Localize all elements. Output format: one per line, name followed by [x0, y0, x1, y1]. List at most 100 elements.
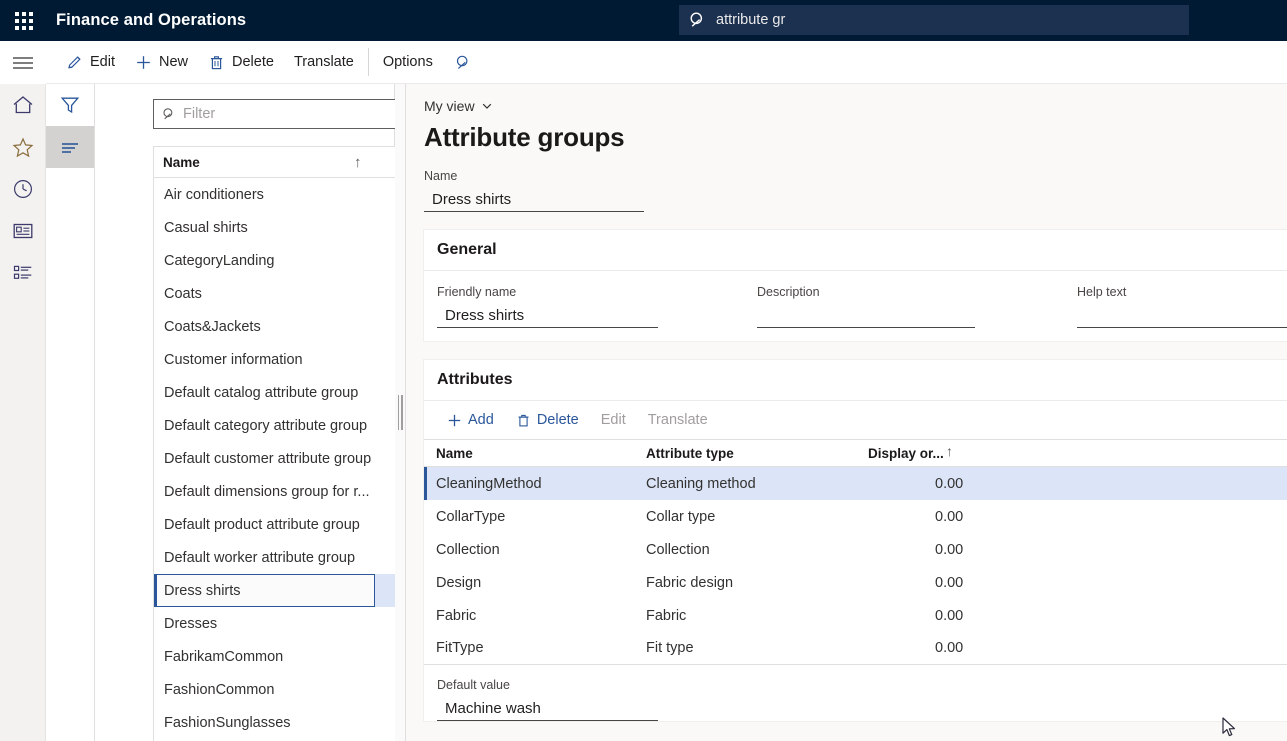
navigation-rail	[0, 41, 46, 741]
description-input[interactable]	[757, 303, 975, 328]
star-icon[interactable]	[0, 126, 46, 168]
hamburger-menu-icon[interactable]	[0, 41, 46, 84]
description-label: Description	[757, 285, 1025, 299]
main-content: My view Attribute groups Name Dress shir…	[406, 84, 1287, 741]
filter-input[interactable]: Filter	[153, 99, 433, 129]
edit-button[interactable]: Edit	[56, 41, 125, 84]
attributes-edit-label: Edit	[601, 412, 626, 428]
list-item[interactable]: Coats&Jackets	[154, 310, 433, 343]
options-button[interactable]: Options	[373, 41, 443, 84]
list-item[interactable]: Customer information	[154, 343, 433, 376]
table-row[interactable]: CleaningMethod Cleaning method 0.00	[424, 467, 1287, 500]
modules-list-icon[interactable]	[0, 252, 46, 294]
command-bar-separator	[368, 48, 369, 76]
list-item[interactable]: Default product attribute group	[154, 508, 433, 541]
name-field: Name Dress shirts	[424, 169, 644, 212]
list-item[interactable]: Default category attribute group	[154, 409, 433, 442]
list-item[interactable]: CategoryLanding	[154, 244, 433, 277]
column-header-attribute-type[interactable]: Attribute type	[646, 446, 868, 461]
cell-name: Fabric	[424, 608, 646, 624]
panel-splitter[interactable]	[395, 84, 406, 741]
app-launcher-icon[interactable]	[0, 0, 48, 41]
list-item[interactable]: Default worker attribute group	[154, 541, 433, 574]
command-bar: Edit New Delete	[46, 41, 1287, 84]
list-item-label: Default catalog attribute group	[164, 385, 358, 401]
cell-name: FitType	[424, 640, 646, 656]
name-grid-header: Name ↑	[154, 147, 433, 178]
home-icon[interactable]	[0, 84, 46, 126]
list-item[interactable]: FashionCommon	[154, 673, 433, 706]
list-item[interactable]: FashionSunglasses	[154, 706, 433, 739]
list-item[interactable]: Default dimensions group for r...	[154, 475, 433, 508]
cell-display-order: 0.00	[868, 575, 988, 591]
list-item[interactable]: Casual shirts	[154, 211, 433, 244]
description-field: Description	[757, 285, 1025, 328]
friendly-name-field: Friendly name Dress shirts	[437, 285, 705, 328]
help-text-field: Help text	[1077, 285, 1287, 328]
name-grid: Name ↑ Air conditioners Casual shirts Ca…	[153, 146, 434, 741]
cell-attribute-type: Cleaning method	[646, 476, 868, 492]
table-row[interactable]: FitType Fit type 0.00	[424, 632, 1287, 665]
list-item[interactable]: Coats	[154, 277, 433, 310]
command-search-button[interactable]	[443, 41, 484, 84]
list-item-label: FabrikamCommon	[164, 649, 283, 665]
clock-icon[interactable]	[0, 168, 46, 210]
list-item[interactable]: FabrikamCommon	[154, 640, 433, 673]
cell-attribute-type: Fit type	[646, 640, 868, 656]
cell-attribute-type: Collar type	[646, 509, 868, 525]
attributes-table-header: Name Attribute type Display or... ↑	[424, 439, 1287, 467]
global-search-input[interactable]: attribute gr	[679, 5, 1189, 35]
translate-button[interactable]: Translate	[284, 41, 364, 84]
attributes-table: Name Attribute type Display or... ↑ Clea…	[424, 439, 1287, 665]
default-value-input[interactable]: Machine wash	[437, 696, 658, 721]
general-section-body: Friendly name Dress shirts Description H…	[424, 271, 1287, 341]
view-selector[interactable]: My view	[424, 98, 493, 114]
filter-funnel-icon[interactable]	[46, 84, 94, 126]
plus-icon	[447, 413, 462, 428]
attributes-delete-button[interactable]: Delete	[505, 405, 590, 435]
cell-attribute-type: Fabric design	[646, 575, 868, 591]
sort-ascending-arrow[interactable]: ↑	[354, 154, 362, 171]
attributes-translate-label: Translate	[648, 412, 708, 428]
general-section-header[interactable]: General	[424, 230, 1287, 271]
help-text-label: Help text	[1077, 285, 1287, 299]
list-item[interactable]: Default catalog attribute group	[154, 376, 433, 409]
attributes-add-button[interactable]: Add	[436, 405, 505, 435]
list-item[interactable]: Dresses	[154, 607, 433, 640]
translate-button-label: Translate	[294, 54, 354, 70]
table-row[interactable]: Collection Collection 0.00	[424, 533, 1287, 566]
sort-ascending-arrow[interactable]: ↑	[946, 443, 953, 459]
list-item-label: Air conditioners	[164, 187, 264, 203]
list-item[interactable]: Default customer attribute group	[154, 442, 433, 475]
table-row[interactable]: Fabric Fabric 0.00	[424, 599, 1287, 632]
name-field-input[interactable]: Dress shirts	[424, 187, 644, 212]
general-fields-row: Friendly name Dress shirts Description H…	[437, 285, 1287, 328]
global-search-value: attribute gr	[716, 13, 785, 28]
list-item[interactable]: Air conditioners	[154, 178, 433, 211]
name-field-label: Name	[424, 169, 644, 183]
table-row[interactable]: Design Fabric design 0.00	[424, 566, 1287, 599]
page-header: My view Attribute groups Name Dress shir…	[406, 84, 1287, 212]
cell-attribute-type: Fabric	[646, 608, 868, 624]
attributes-add-label: Add	[468, 412, 494, 428]
search-icon	[455, 54, 472, 71]
delete-button[interactable]: Delete	[198, 41, 284, 84]
list-item-label: Default worker attribute group	[164, 550, 355, 566]
name-column-header[interactable]: Name	[163, 155, 200, 170]
cell-display-order: 0.00	[868, 608, 988, 624]
table-row[interactable]: CollarType Collar type 0.00	[424, 500, 1287, 533]
attributes-section-header[interactable]: Attributes	[424, 360, 1287, 401]
column-header-display-order[interactable]: Display or... ↑	[868, 446, 988, 461]
new-button[interactable]: New	[125, 41, 198, 84]
friendly-name-input[interactable]: Dress shirts	[437, 303, 658, 328]
options-button-label: Options	[383, 54, 433, 70]
name-grid-rows: Air conditioners Casual shirts CategoryL…	[154, 178, 433, 741]
column-header-name[interactable]: Name	[424, 446, 646, 461]
help-text-input[interactable]	[1077, 303, 1287, 328]
cell-display-order: 0.00	[868, 476, 988, 492]
list-item-selected[interactable]: Dress shirts	[154, 574, 433, 607]
workspace-icon[interactable]	[0, 210, 46, 252]
list-item-label: Default category attribute group	[164, 418, 367, 434]
list-item-label: Customer information	[164, 352, 303, 368]
list-lines-icon[interactable]	[46, 126, 94, 168]
